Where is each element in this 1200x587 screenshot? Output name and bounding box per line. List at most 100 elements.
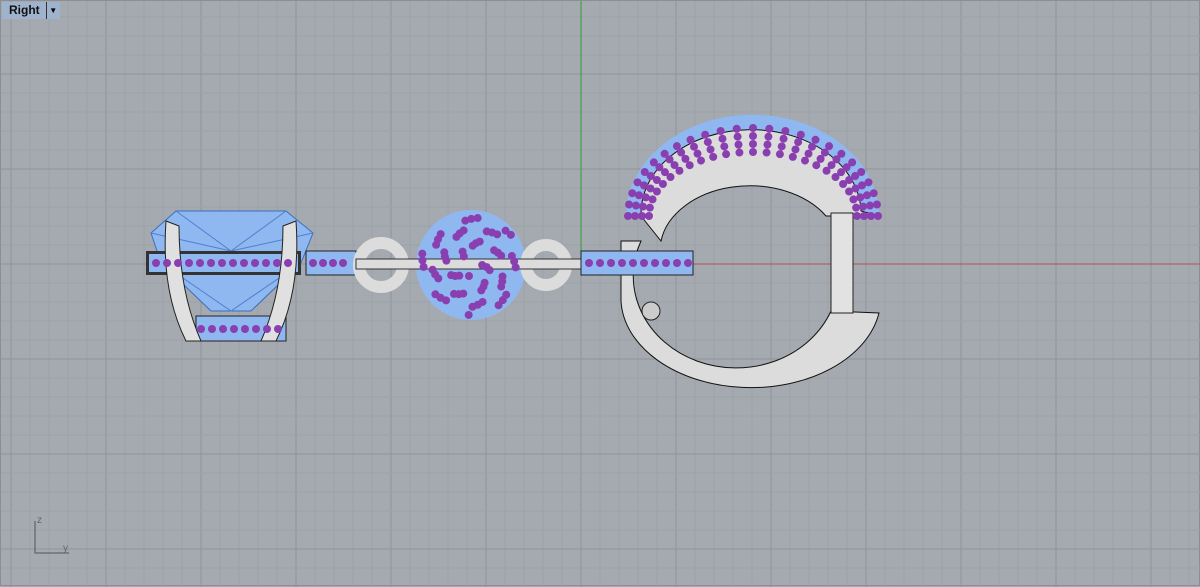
stone: [319, 259, 327, 267]
stone: [775, 150, 784, 159]
stone: [860, 212, 868, 220]
stone: [240, 259, 248, 267]
axis-label-y: y: [63, 543, 68, 554]
stone: [493, 230, 502, 239]
stone: [618, 259, 626, 267]
stone: [196, 259, 204, 267]
stone: [718, 134, 727, 143]
stone: [468, 302, 477, 311]
stone: [185, 259, 193, 267]
stone: [329, 259, 337, 267]
stone: [749, 124, 757, 132]
stone: [852, 203, 861, 212]
stone: [720, 142, 729, 151]
stone: [218, 259, 226, 267]
stone: [845, 187, 854, 196]
stone: [229, 259, 237, 267]
stone: [274, 325, 282, 333]
stone: [779, 134, 788, 143]
stone: [867, 212, 875, 220]
stone: [428, 265, 437, 274]
stone: [735, 148, 744, 157]
stone: [709, 152, 718, 161]
stone: [703, 138, 712, 147]
stone: [585, 259, 593, 267]
stone: [174, 259, 182, 267]
stone: [733, 132, 742, 141]
stone: [497, 251, 506, 260]
stone: [651, 259, 659, 267]
stone: [675, 166, 684, 175]
stone: [458, 247, 467, 256]
stone: [596, 259, 604, 267]
stone: [638, 212, 646, 220]
stone: [506, 230, 515, 239]
stone: [262, 259, 270, 267]
stone: [309, 259, 317, 267]
stone: [631, 212, 639, 220]
stone: [749, 140, 757, 148]
stone: [648, 195, 657, 204]
stone: [629, 259, 637, 267]
stone: [662, 259, 670, 267]
stone: [801, 156, 809, 165]
stone: [716, 126, 725, 135]
stone: [641, 193, 650, 202]
stone: [831, 173, 840, 182]
stone: [734, 140, 743, 149]
hoop-earring[interactable]: [580, 114, 880, 389]
stone: [152, 259, 160, 267]
stone: [431, 290, 440, 299]
stone: [732, 124, 741, 133]
stone: [219, 325, 227, 333]
stone: [607, 259, 615, 267]
stone: [252, 325, 260, 333]
stone: [475, 237, 484, 246]
stone: [684, 259, 692, 267]
stone: [781, 126, 790, 135]
viewport-right[interactable]: Right ▼ z y: [0, 0, 1200, 587]
stone: [418, 249, 427, 258]
stone: [658, 180, 667, 188]
stone: [869, 189, 878, 198]
stone: [849, 195, 858, 204]
stone: [638, 202, 647, 211]
stone: [477, 286, 486, 295]
viewport-canvas[interactable]: [1, 1, 1200, 587]
stone: [464, 310, 473, 319]
stone: [473, 214, 482, 223]
stone: [263, 325, 271, 333]
stone: [273, 259, 281, 267]
stone: [632, 201, 641, 210]
stone: [241, 325, 249, 333]
stone: [207, 259, 215, 267]
stone: [652, 187, 661, 196]
stone: [872, 200, 881, 209]
stone: [628, 189, 637, 198]
stone: [447, 271, 456, 280]
stone: [197, 325, 205, 333]
stone: [796, 130, 805, 139]
stone: [862, 191, 871, 200]
stone: [763, 140, 772, 149]
stone: [464, 271, 473, 280]
viewport-name[interactable]: Right: [2, 2, 46, 19]
stone: [635, 191, 644, 200]
stone: [666, 173, 675, 182]
triangle-down-icon[interactable]: ▼: [45, 2, 60, 19]
stone: [497, 282, 506, 291]
viewport-title-tab[interactable]: Right ▼: [2, 2, 60, 19]
axis-label-z: z: [37, 515, 42, 526]
stone: [440, 248, 449, 257]
stone: [804, 149, 813, 158]
stone: [874, 212, 882, 220]
stone: [485, 266, 494, 275]
stone: [812, 161, 821, 170]
stone: [645, 203, 654, 212]
stone: [645, 212, 653, 220]
stone: [511, 263, 520, 272]
stone: [685, 161, 694, 170]
stone: [794, 138, 803, 147]
stone: [339, 259, 347, 267]
stone: [701, 130, 710, 139]
